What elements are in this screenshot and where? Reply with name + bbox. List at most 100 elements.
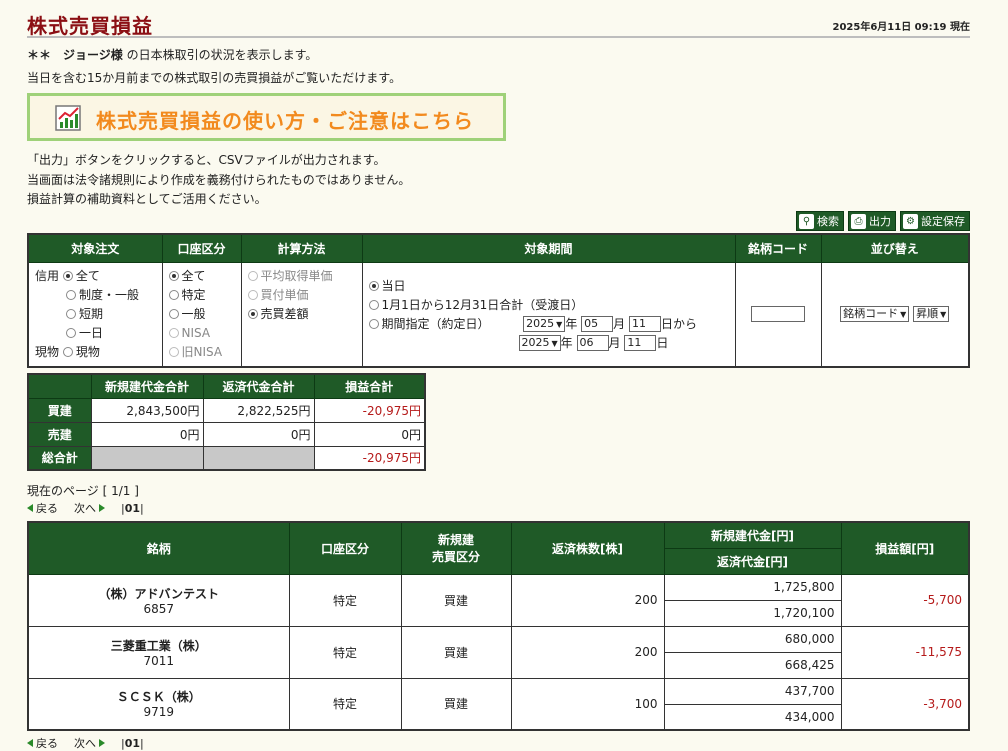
next-link[interactable]: 次へ (74, 500, 105, 516)
code-cell (734, 261, 822, 367)
sort-key-select[interactable]: 銘柄コード ▼ (840, 306, 910, 322)
next-link-bottom[interactable]: 次へ (74, 735, 105, 751)
chevron-down-icon: ▼ (556, 320, 563, 329)
sort-order-select[interactable]: 昇順 ▼ (913, 306, 950, 322)
save-settings-button[interactable]: ⚙ 設定保存 (900, 211, 970, 231)
stock-cell: 三菱重工業（株） 7011 (27, 625, 290, 679)
code-input[interactable] (751, 306, 805, 322)
triangle-left-icon (27, 504, 33, 512)
period-cell: 当日 1月1日から12月31日合計（受渡日） 期間指定（約定日） 2025 ▼ 年 … (361, 261, 736, 367)
page-title: 株式売買損益 (27, 14, 153, 38)
table-row: （株）アドバンテスト 6857 特定 買建 200 1,725,800 -5,7… (27, 573, 970, 627)
prev-link-bottom[interactable]: 戻る (27, 735, 58, 751)
action-buttons: ⚲ 検索 ⎙ 出力 ⚙ 設定保存 (796, 211, 970, 231)
account-cell: 全て 特定 一般 NISA 旧NISA (161, 261, 242, 367)
to-month-input[interactable]: 06 (576, 335, 609, 351)
summary-row-total: 総合計 -20,975円 (27, 445, 426, 471)
page-link[interactable]: |01| (121, 502, 144, 515)
page-link-bottom[interactable]: |01| (121, 737, 144, 750)
from-month-input[interactable]: 05 (581, 316, 614, 332)
chevron-down-icon: ▼ (551, 339, 558, 348)
order-short-radio[interactable] (66, 308, 76, 319)
calc-cell: 平均取得単価 買付単価 売買差額 (240, 261, 363, 367)
summary-row-sell: 売建 0円 0円 0円 (27, 421, 426, 447)
order-seido-radio[interactable] (66, 289, 76, 300)
chevron-down-icon: ▼ (900, 310, 907, 319)
intro-line-1: ＊＊ ジョージ様 の日本株取引の状況を表示します。 (27, 46, 317, 63)
table-row: ＳＣＳＫ（株） 9719 特定 買建 100 437,700 -3,700 (27, 677, 970, 731)
account-all-radio[interactable] (168, 270, 179, 281)
header-sort: 並び替え (820, 233, 970, 263)
header-order: 対象注文 (27, 233, 163, 263)
col-trade: 新規建 売買区分 (400, 521, 512, 575)
period-range-radio[interactable] (368, 318, 379, 329)
order-cell: 信用 全て 制度・一般 短期 一日 現物 現物 (27, 261, 163, 367)
summary-row-buy: 買建 2,843,500円 2,822,525円 -20,975円 (27, 397, 426, 423)
sort-cell: 銘柄コード ▼ 昇順 ▼ (820, 261, 970, 367)
stock-code: 7011 (143, 653, 175, 668)
search-button[interactable]: ⚲ 検索 (796, 211, 844, 231)
printer-icon: ⎙ (851, 213, 866, 229)
intro-line-2: 当日を含む15か月前までの株式取引の売買損益がご覧いただけます。 (27, 71, 402, 85)
triangle-right-icon (99, 739, 105, 747)
from-day-input[interactable]: 11 (629, 316, 662, 332)
header-period: 対象期間 (361, 233, 736, 263)
header-account: 口座区分 (161, 233, 242, 263)
col-pnl: 損益額[円] (840, 521, 970, 575)
order-day-radio[interactable] (66, 327, 76, 338)
stock-name: （株）アドバンテスト (98, 586, 220, 601)
usage-banner[interactable]: 株式売買損益の使い方・ご注意はこちら (27, 93, 506, 141)
triangle-right-icon (99, 504, 105, 512)
pagination-bottom: 戻る 次へ |01| (27, 735, 144, 751)
search-icon: ⚲ (799, 213, 814, 229)
calc-diff-radio[interactable] (247, 308, 258, 319)
summary-header-pnl: 損益合計 (313, 373, 426, 399)
pagination-top: 戻る 次へ |01| (27, 500, 144, 516)
user-name: ＊＊ ジョージ様 (27, 48, 123, 62)
account-old-nisa-radio[interactable] (168, 346, 179, 357)
from-year-select[interactable]: 2025 ▼ (523, 316, 566, 332)
header-calc: 計算方法 (240, 233, 363, 263)
summary-header-repay: 返済代金合計 (202, 373, 315, 399)
page-indicator: 現在のページ [ 1/1 ] (27, 484, 139, 498)
title-bar: 株式売買損益 2025年6月11日 09:19 現在 (27, 10, 970, 38)
genbutsu-label: 現物 (35, 344, 60, 359)
triangle-left-icon (27, 739, 33, 747)
filter-table: 対象注文 口座区分 計算方法 対象期間 銘柄コード 並び替え 信用 全て 制度・… (27, 233, 970, 368)
col-account: 口座区分 (288, 521, 402, 575)
timestamp: 2025年6月11日 09:19 現在 (832, 22, 971, 33)
account-nisa-radio[interactable] (168, 327, 179, 338)
to-day-input[interactable]: 11 (624, 335, 657, 351)
table-row: 三菱重工業（株） 7011 特定 買建 200 680,000 -11,575 (27, 625, 970, 679)
stock-cell: ＳＣＳＫ（株） 9719 (27, 677, 290, 731)
prev-link[interactable]: 戻る (27, 500, 58, 516)
intro-suffix: の日本株取引の状況を表示します。 (122, 48, 318, 62)
order-all-radio[interactable] (62, 270, 73, 281)
results-table: 銘柄 口座区分 新規建 売買区分 返済株数[株] 新規建代金[円] 損益額[円]… (27, 521, 970, 731)
col-qty: 返済株数[株] (510, 521, 665, 575)
stock-code: 9719 (143, 705, 175, 720)
stock-cell: （株）アドバンテスト 6857 (27, 573, 290, 627)
to-year-select[interactable]: 2025 ▼ (518, 335, 561, 351)
account-ippan-radio[interactable] (168, 308, 179, 319)
summary-table: 新規建代金合計 返済代金合計 損益合計 買建 2,843,500円 2,822,… (27, 373, 426, 471)
output-button[interactable]: ⎙ 出力 (848, 211, 896, 231)
period-year-radio[interactable] (368, 299, 379, 310)
order-genbutsu-radio[interactable] (62, 346, 73, 357)
chevron-down-icon: ▼ (940, 310, 947, 319)
account-tokutei-radio[interactable] (168, 289, 179, 300)
stock-name: ＳＣＳＫ（株） (116, 690, 201, 705)
stock-name: 三菱重工業（株） (110, 638, 207, 653)
banner-text: 株式売買損益の使い方・ご注意はこちら (96, 109, 474, 133)
note-1: 「出力」ボタンをクリックすると、CSVファイルが出力されます。 (27, 153, 386, 167)
calc-purchase-radio[interactable] (247, 289, 258, 300)
col-repay-amount: 返済代金[円] (663, 547, 842, 575)
shinyo-label: 信用 (35, 268, 60, 283)
header-code: 銘柄コード (734, 233, 822, 263)
summary-header-new: 新規建代金合計 (90, 373, 204, 399)
calc-average-radio[interactable] (247, 270, 258, 281)
stock-code: 6857 (143, 601, 175, 616)
col-name: 銘柄 (27, 521, 290, 575)
col-new-amount: 新規建代金[円] (663, 521, 842, 549)
period-today-radio[interactable] (368, 280, 379, 291)
